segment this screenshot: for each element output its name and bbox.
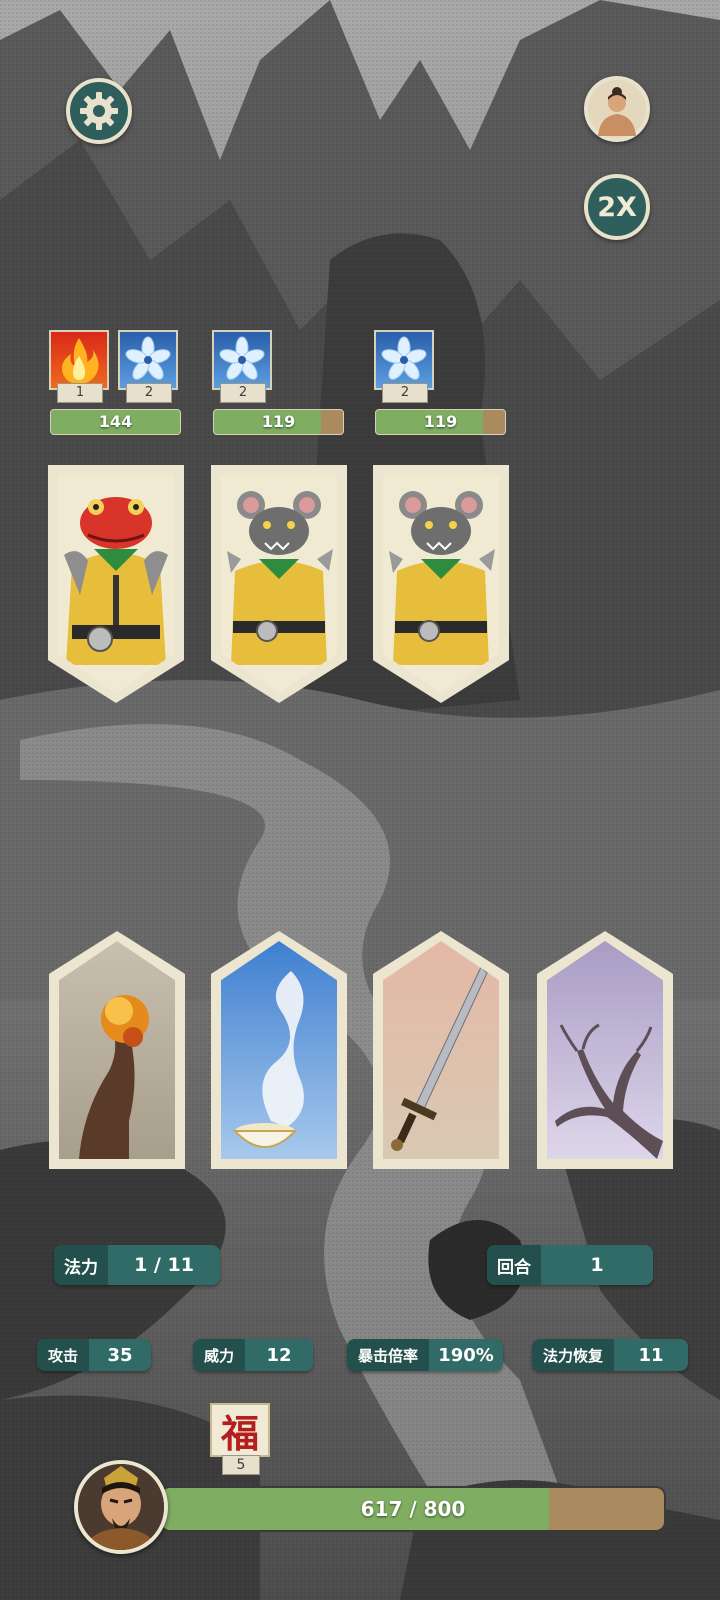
attack-label: 攻击 bbox=[37, 1339, 89, 1371]
attack-panel: 攻击 35 bbox=[37, 1339, 151, 1371]
player-hp-bar: 617 / 800 bbox=[160, 1486, 666, 1532]
settings-button[interactable] bbox=[66, 78, 132, 144]
mana-label: 法力 bbox=[54, 1245, 108, 1285]
attack-value: 35 bbox=[107, 1344, 133, 1366]
ice-flower-icon bbox=[374, 330, 434, 390]
mana-value: 1 / 11 bbox=[134, 1254, 194, 1276]
hp-value: 144 bbox=[98, 412, 133, 431]
player-avatar[interactable] bbox=[74, 1460, 168, 1554]
sword-art bbox=[383, 941, 499, 1159]
hp-value: 119 bbox=[423, 412, 458, 431]
ice-flower-icon bbox=[118, 330, 178, 390]
snowy-tree-art bbox=[547, 941, 663, 1159]
skill-card-frost-tree[interactable] bbox=[537, 931, 673, 1169]
crit-label: 暴击倍率 bbox=[347, 1339, 429, 1371]
power-value: 12 bbox=[266, 1344, 292, 1366]
enemy-card-rat-1[interactable] bbox=[211, 465, 347, 703]
enemy-2-hp-bar: 119 bbox=[213, 409, 344, 435]
speed-toggle-button[interactable]: 2X bbox=[584, 174, 650, 240]
round-label: 回合 bbox=[487, 1245, 541, 1285]
power-panel: 威力 12 bbox=[193, 1339, 313, 1371]
status-stack-count: 2 bbox=[220, 383, 266, 403]
rat-warrior-portrait bbox=[221, 475, 337, 693]
warrior-portrait-icon bbox=[78, 1464, 164, 1550]
steaming-bowl-art bbox=[221, 941, 337, 1159]
gear-icon bbox=[80, 92, 118, 130]
rat-warrior-portrait bbox=[383, 475, 499, 693]
hp-value: 119 bbox=[261, 412, 296, 431]
fortune-buff-icon[interactable]: 福 bbox=[210, 1403, 270, 1457]
toad-warrior-portrait bbox=[58, 475, 174, 693]
crit-value: 190% bbox=[438, 1344, 494, 1366]
profile-button[interactable] bbox=[584, 76, 650, 142]
fire-icon bbox=[49, 330, 109, 390]
skill-card-fire[interactable] bbox=[49, 931, 185, 1169]
mana-regen-value: 11 bbox=[638, 1344, 664, 1366]
status-stack-count: 1 bbox=[57, 383, 103, 403]
enemy-card-rat-2[interactable] bbox=[373, 465, 509, 703]
speed-label: 2X bbox=[597, 191, 637, 223]
crit-multiplier-panel: 暴击倍率 190% bbox=[347, 1339, 503, 1371]
player-hp-value: 617 / 800 bbox=[360, 1497, 466, 1521]
round-value: 1 bbox=[590, 1254, 604, 1276]
status-stack-count: 2 bbox=[382, 383, 428, 403]
enemy-1-hp-bar: 144 bbox=[50, 409, 181, 435]
mana-regen-label: 法力恢复 bbox=[532, 1339, 614, 1371]
mana-regen-panel: 法力恢复 11 bbox=[532, 1339, 688, 1371]
fortune-buff-count: 5 bbox=[222, 1455, 260, 1475]
fire-burst-art bbox=[59, 941, 175, 1159]
skill-card-sword[interactable] bbox=[373, 931, 509, 1169]
enemy-3-hp-bar: 119 bbox=[375, 409, 506, 435]
round-panel: 回合 1 bbox=[487, 1245, 653, 1285]
ice-flower-icon bbox=[212, 330, 272, 390]
skill-card-broth[interactable] bbox=[211, 931, 347, 1169]
enemy-card-toad[interactable] bbox=[48, 465, 184, 703]
status-stack-count: 2 bbox=[126, 383, 172, 403]
power-label: 威力 bbox=[193, 1339, 245, 1371]
mana-panel: 法力 1 / 11 bbox=[54, 1245, 220, 1285]
character-portrait-icon bbox=[598, 87, 636, 136]
